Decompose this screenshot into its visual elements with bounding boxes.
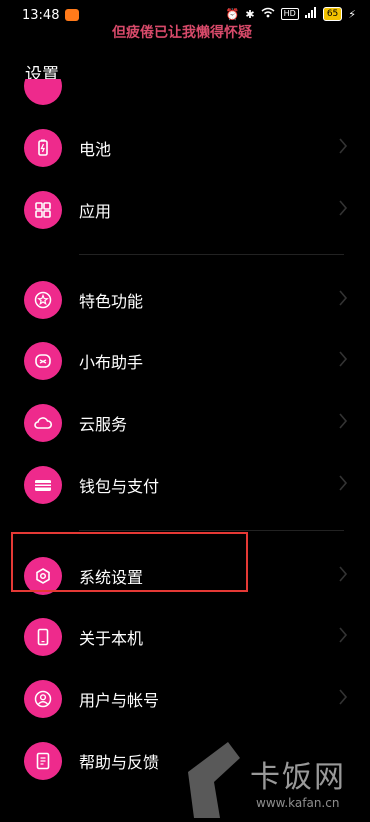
settings-item-label: 关于本机 — [79, 629, 144, 648]
signal-icon — [304, 7, 317, 21]
settings-item-wallet[interactable]: 钱包与支付 — [0, 455, 370, 515]
chevron-right-icon — [339, 413, 348, 429]
assistant-icon — [24, 342, 62, 380]
section-divider — [79, 254, 344, 255]
alarm-icon: ⏰ — [225, 7, 240, 21]
watermark-brand: 卡饭网 — [250, 760, 346, 795]
phone-icon — [24, 618, 62, 656]
chevron-right-icon — [339, 351, 348, 367]
settings-item-users[interactable]: 用户与帐号 — [0, 669, 370, 729]
highlight-box — [11, 532, 248, 592]
chevron-right-icon — [339, 566, 348, 582]
watermark: 卡饭网 www.kafan.cn — [184, 738, 370, 822]
status-icons: ⏰ ✱ HD 65 ⚡ — [226, 7, 356, 21]
battery-indicator: 65 — [322, 7, 343, 21]
hd-indicator: HD — [280, 8, 299, 20]
chevron-right-icon — [339, 200, 348, 216]
user-icon — [24, 680, 62, 718]
settings-item-assistant[interactable]: 小布助手 — [0, 331, 370, 391]
settings-item-label: 帮助与反馈 — [79, 753, 160, 772]
settings-item-label: 特色功能 — [79, 292, 144, 311]
nfc-icon: ✱ — [245, 7, 255, 21]
help-icon — [24, 742, 62, 780]
notification-app-icon — [65, 9, 79, 21]
chevron-right-icon — [339, 475, 348, 491]
charging-icon: ⚡ — [348, 7, 356, 21]
partial-list-item-icon — [24, 79, 62, 105]
star-icon — [24, 281, 62, 319]
wallet-icon — [24, 466, 62, 504]
battery-icon — [24, 129, 62, 167]
settings-item-label: 钱包与支付 — [79, 477, 160, 496]
status-bar: 13:48 但疲倦已让我懒得怀疑 ⏰ ✱ HD 65 ⚡ — [0, 0, 370, 41]
status-notice-text: 但疲倦已让我懒得怀疑 — [112, 25, 252, 41]
chevron-right-icon — [339, 138, 348, 154]
wifi-icon — [261, 7, 275, 21]
settings-item-cloud[interactable]: 云服务 — [0, 393, 370, 453]
settings-item-label: 小布助手 — [79, 353, 144, 372]
watermark-url: www.kafan.cn — [256, 796, 340, 810]
section-divider — [79, 530, 344, 531]
settings-item-apps[interactable]: 应用 — [0, 180, 370, 240]
apps-icon — [24, 191, 62, 229]
chevron-right-icon — [339, 627, 348, 643]
settings-item-label: 电池 — [79, 140, 112, 159]
chevron-right-icon — [339, 290, 348, 306]
cloud-icon — [24, 404, 62, 442]
settings-item-about[interactable]: 关于本机 — [0, 607, 370, 667]
settings-item-label: 云服务 — [79, 415, 128, 434]
settings-item-label: 用户与帐号 — [79, 691, 160, 710]
status-time: 13:48 — [22, 8, 60, 23]
chevron-right-icon — [339, 689, 348, 705]
watermark-logo-icon — [188, 742, 240, 818]
settings-item-battery[interactable]: 电池 — [0, 118, 370, 178]
settings-item-label: 应用 — [79, 202, 112, 221]
settings-item-features[interactable]: 特色功能 — [0, 270, 370, 330]
